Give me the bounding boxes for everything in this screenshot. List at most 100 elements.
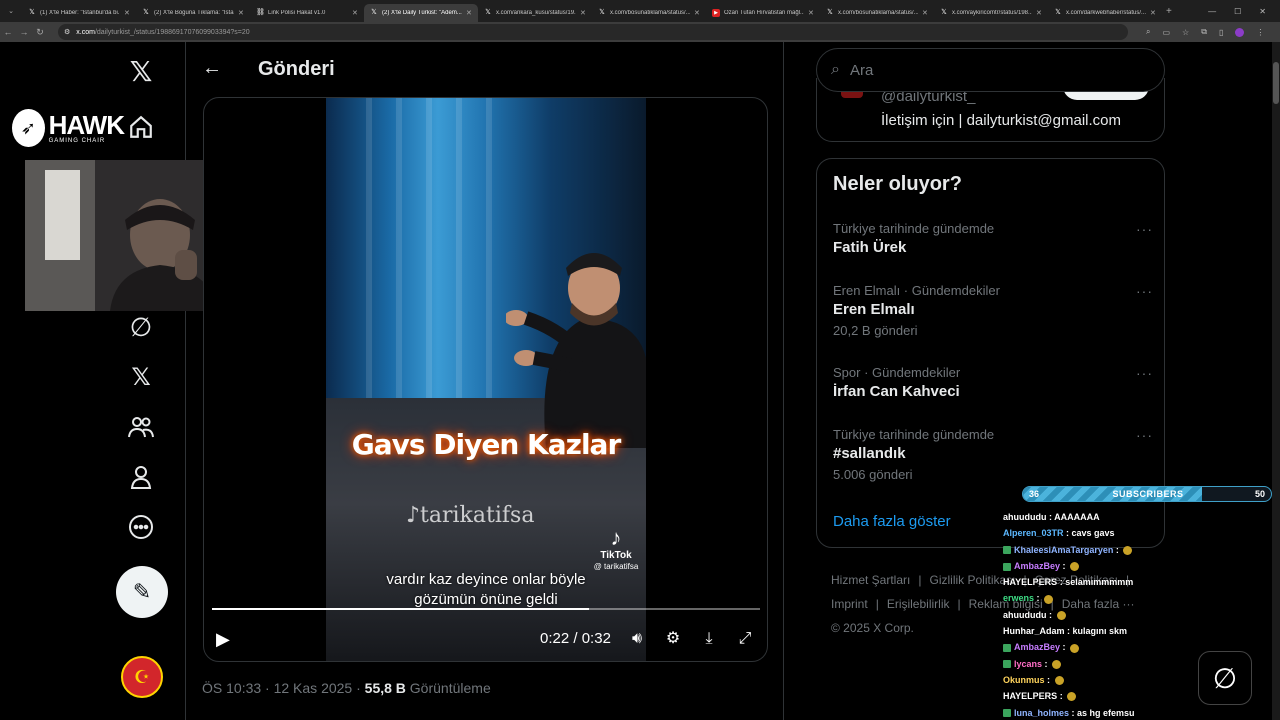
close-tab-icon[interactable]: ✕ [352, 9, 360, 17]
trend-context: Türkiye tarihinde gündemde [833, 427, 995, 442]
premium-x-icon[interactable]: 𝕏 [116, 352, 166, 402]
compose-post-button[interactable]: ✎ [116, 566, 168, 618]
x-icon: 𝕏 [1055, 9, 1061, 16]
x-logo-icon[interactable]: 𝕏 [116, 46, 166, 96]
pip-icon[interactable]: ⤓ [698, 628, 720, 650]
new-tab-button[interactable]: + [1166, 6, 1172, 17]
search-box[interactable]: ⌕ [816, 48, 1165, 92]
extensions-icon[interactable]: ⧉ [1201, 27, 1207, 37]
footer-link[interactable]: Hizmet Şartları [831, 573, 910, 587]
grok-float-icon[interactable]: ∅ [1198, 651, 1252, 705]
account-avatar[interactable]: ☪ [121, 656, 163, 698]
chat-username[interactable]: luna_holmes [1014, 708, 1069, 718]
chat-username[interactable]: AmbazBey [1014, 642, 1060, 652]
video-progress-bar[interactable] [212, 608, 760, 610]
chat-username[interactable]: KhaleesiAmaTargaryen [1014, 545, 1113, 555]
tab-search-button[interactable]: ⌄ [0, 0, 22, 22]
browser-tab[interactable]: 𝕏 (1) X'te Haber: "İstanbul'da bi... ✕ [22, 4, 136, 22]
video-watermark-text: tarikatifsa [420, 503, 535, 528]
post-timestamp[interactable]: ÖS 10:33 · 12 Kas 2025 · [202, 680, 361, 696]
sidepanel-icon[interactable]: ▯ [1219, 28, 1223, 37]
forward-nav-icon[interactable]: → [16, 27, 32, 37]
trend-more-icon[interactable]: ··· [1136, 427, 1153, 443]
browser-tab-title: (2) X'te Daily Türkist: "Adem... [382, 10, 462, 16]
scrollbar-thumb[interactable] [1273, 62, 1279, 104]
minimize-icon[interactable]: — [1208, 7, 1216, 16]
chat-username[interactable]: lycans [1014, 659, 1042, 669]
cast-icon[interactable]: ▭ [1162, 28, 1170, 37]
show-more-link[interactable]: Daha fazla göster [833, 513, 951, 530]
trend-item[interactable]: Türkiye tarihinde gündemde #sallandık 5.… [833, 427, 1153, 482]
communities-icon[interactable] [116, 402, 166, 452]
volume-icon[interactable]: 🔊︎ [626, 628, 648, 650]
reload-icon[interactable]: ↻ [32, 27, 48, 38]
footer-link[interactable]: Erişilebilirlik [887, 597, 950, 611]
hawk-brand-sub: GAMING CHAIR [48, 138, 106, 144]
feather-plus-icon: ✎ [132, 579, 152, 604]
close-tab-icon[interactable]: ✕ [466, 9, 474, 17]
close-tab-icon[interactable]: ✕ [580, 9, 588, 17]
browser-tab[interactable]: 𝕏x.com/darkwebhaber/status/... ✕ [1048, 4, 1162, 22]
browser-tab[interactable]: 𝕏x.com/bosunatiklama/status/... ✕ [592, 4, 706, 22]
zoom-icon[interactable]: ⌕ [1146, 27, 1150, 37]
site-info-icon[interactable]: ⚙ [64, 28, 70, 36]
close-tab-icon[interactable]: ✕ [1036, 9, 1044, 17]
browser-tab[interactable]: 𝕏 (2) X'te Boguna Tıklama: "İsta... ✕ [136, 4, 250, 22]
chat-username[interactable]: Okunmus [1003, 675, 1045, 685]
browser-tab[interactable]: 𝕏 (2) X'te Daily Türkist: "Adem... ✕ [364, 4, 478, 22]
profile-avatar[interactable] [1235, 27, 1245, 37]
browser-tab[interactable]: 𝕏x.com/ankara_kusu/status/19... ✕ [478, 4, 592, 22]
trend-more-icon[interactable]: ··· [1136, 221, 1153, 237]
trend-more-icon[interactable]: ··· [1136, 283, 1153, 299]
close-tab-icon[interactable]: ✕ [808, 9, 816, 17]
trend-item[interactable]: Eren Elmalı · Gündemdekiler Eren Elmalı … [833, 283, 1153, 338]
settings-gear-icon[interactable]: ⚙ [662, 628, 684, 650]
chat-emote-icon [1044, 594, 1054, 604]
play-icon[interactable]: ▶ [216, 628, 238, 650]
chat-separator: : [1069, 707, 1078, 718]
fullscreen-icon[interactable]: ⤢ [734, 628, 756, 650]
chat-username[interactable]: AmbazBey [1014, 561, 1060, 571]
bookmark-star-icon[interactable]: ☆ [1182, 28, 1189, 37]
more-options-icon[interactable] [116, 502, 166, 552]
video-frame[interactable]: Gavs Diyen Kazlar ♪tarikatifsa ♪ TikTok … [326, 98, 646, 661]
address-bar[interactable]: ⚙ x.com/dailyturkist_/status/19886917076… [58, 24, 1128, 40]
back-nav-icon[interactable]: ← [0, 27, 16, 37]
chat-username[interactable]: Hunhar_Adam [1003, 626, 1065, 636]
profile-icon[interactable] [116, 452, 166, 502]
grok-icon[interactable]: ∅ [116, 302, 166, 352]
browser-menu-icon[interactable]: ⋮ [1256, 28, 1264, 37]
chat-username[interactable]: ahuududu [1003, 512, 1047, 522]
close-tab-icon[interactable]: ✕ [238, 9, 246, 17]
close-window-icon[interactable]: ✕ [1259, 7, 1266, 16]
trend-more-icon[interactable]: ··· [1136, 365, 1153, 381]
chat-username[interactable]: ahuududu [1003, 610, 1047, 620]
chat-username[interactable]: Alperen_03TR [1003, 528, 1064, 538]
trend-item[interactable]: Spor · Gündemdekiler İrfan Can Kahveci ·… [833, 365, 1153, 400]
footer-link[interactable]: Imprint [831, 597, 868, 611]
hawk-feather-icon: ➶ [12, 109, 45, 147]
footer-link[interactable]: © 2025 X Corp. [831, 621, 914, 635]
video-controls: ▶ 0:22 / 0:32 🔊︎ ⚙ ⤓ ⤢ [204, 626, 767, 654]
browser-tab[interactable]: 𝕏x.com/bosunatiklama/status/... ✕ [820, 4, 934, 22]
page-scrollbar[interactable] [1272, 42, 1280, 720]
close-tab-icon[interactable]: ✕ [922, 9, 930, 17]
chat-username[interactable]: HAYELPERS [1003, 577, 1057, 587]
browser-tab[interactable]: ▶ Ozan Tufan Hırvatistan mağl... ✕ [706, 4, 820, 22]
chat-message: erwens : [1003, 590, 1183, 606]
chat-message: AmbazBey : [1003, 558, 1183, 574]
back-button[interactable]: ← [200, 56, 224, 80]
browser-tab[interactable]: 𝕏x.com/aykiricomtr/status/198... ✕ [934, 4, 1048, 22]
browser-tab-title: Ozan Tufan Hırvatistan mağl... [724, 10, 804, 16]
maximize-icon[interactable]: ☐ [1234, 7, 1241, 16]
chat-username[interactable]: erwens [1003, 593, 1034, 603]
trend-item[interactable]: Türkiye tarihinde gündemde Fatih Ürek ··… [833, 221, 1153, 256]
close-tab-icon[interactable]: ✕ [1150, 9, 1158, 17]
chat-username[interactable]: HAYELPERS [1003, 691, 1057, 701]
url-path: /dailyturkist_/status/198869170760990339… [94, 28, 250, 36]
close-tab-icon[interactable]: ✕ [694, 9, 702, 17]
search-input[interactable] [849, 61, 1130, 79]
close-tab-icon[interactable]: ✕ [124, 9, 132, 17]
browser-tab[interactable]: ⛓ Link Polisi Hakat v1.0 ✕ [250, 4, 364, 22]
video-player[interactable]: Gavs Diyen Kazlar ♪tarikatifsa ♪ TikTok … [203, 97, 768, 662]
